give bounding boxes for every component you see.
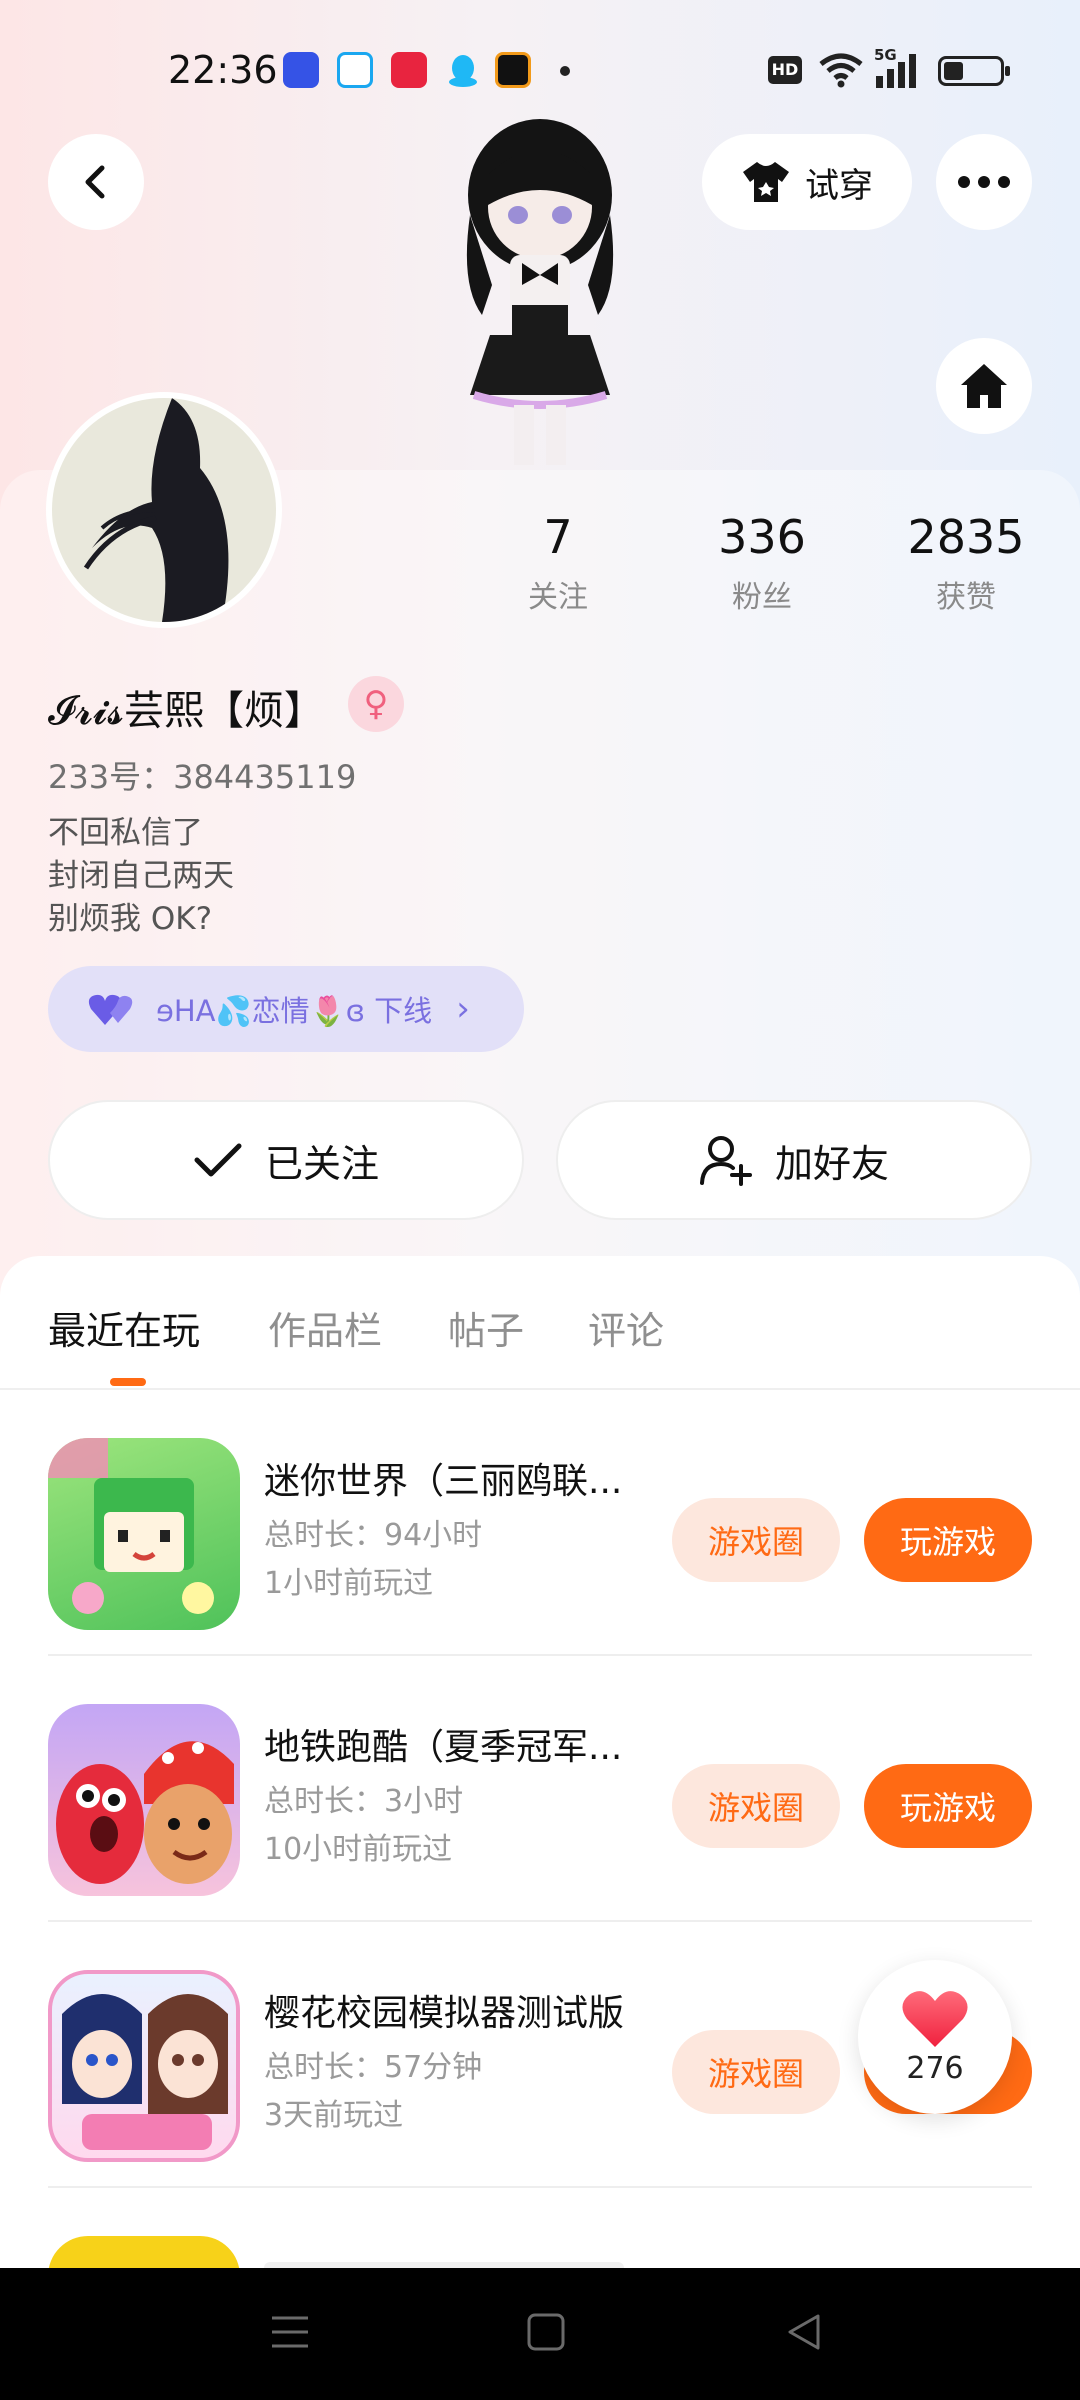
bio-line: 别烦我 OK? [48,901,213,937]
username: 𝓘𝓻𝓲𝓼芸熙【烦】 [48,688,324,734]
game-circle-button[interactable]: 游戏圈 [672,1498,840,1582]
avatar[interactable] [46,392,282,628]
battery-level [944,62,963,80]
checkmark-icon [194,1143,242,1177]
qq-icon [445,52,481,88]
more-dots-icon [958,176,1010,188]
status-time: 22:36 [168,48,278,92]
following-count: 7 [543,510,573,564]
tab-works[interactable]: 作品栏 [268,1300,382,1355]
back-nav-icon[interactable] [784,2312,824,2352]
stat-fans[interactable]: 336 粉丝 [672,510,852,616]
game-last-played: 3天前玩过 [264,2098,404,2133]
profile-tabs: 最近在玩 作品栏 帖子 评论 [0,1290,1080,1390]
stat-likes[interactable]: 2835 获赞 [876,510,1056,616]
list-item[interactable]: 地铁跑酷（夏季冠军... 总时长：3小时 10小时前玩过 游戏圈 玩游戏 [0,1656,1080,1922]
more-button[interactable] [936,134,1032,230]
like-button[interactable]: 276 [858,1960,1012,2114]
bio: 不回私信了 封闭自己两天 别烦我 OK? [48,812,234,941]
account-id: 233号：384435119 [48,758,357,796]
tshirt-icon [743,162,789,202]
status-bar: 22:36 HD 5G [0,40,1080,100]
add-friend-button[interactable]: 加好友 [556,1100,1032,1220]
hd-badge: HD [768,56,802,84]
game-icon [48,1704,240,1896]
game-last-played: 1小时前玩过 [264,1566,434,1601]
chevron-left-icon [85,165,105,199]
add-friend-label: 加好友 [774,1141,889,1186]
game-circle-button[interactable]: 游戏圈 [672,1764,840,1848]
try-on-label: 试穿 [805,165,873,206]
qq-browser-icon [337,52,373,88]
home-nav-icon[interactable] [526,2312,566,2352]
game-duration: 总时长：57分钟 [264,2050,483,2085]
divider [48,2186,1032,2188]
try-on-button[interactable]: 试穿 [702,134,912,230]
game-name: 迷你世界（三丽鸥联... [264,1461,623,1502]
game-name: 地铁跑酷（夏季冠军... [264,1727,623,1768]
zero-app-icon [495,52,531,88]
double-heart-icon [88,994,133,1025]
game-icon [48,1970,240,2162]
system-nav-bar [0,2268,1080,2400]
xiaohongshu-icon [391,52,427,88]
home-icon [961,364,1007,408]
home-button[interactable] [936,338,1032,434]
list-item[interactable]: 迷你世界（三丽鸥联... 总时长：94小时 1小时前玩过 游戏圈 玩游戏 [0,1390,1080,1656]
tab-comments[interactable]: 评论 [588,1300,664,1355]
stat-following[interactable]: 7 关注 [468,510,648,616]
back-button[interactable] [48,134,144,230]
following-label: 关注 [528,580,588,615]
add-user-icon [699,1136,752,1186]
followed-label: 已关注 [264,1141,379,1186]
bio-line: 不回私信了 [48,815,203,851]
avatar-3d-character [466,119,614,465]
relationship-pill[interactable]: ɘHA💦恋情🌷ɞ 下线 › [48,966,524,1052]
play-game-button[interactable]: 玩游戏 [864,1764,1032,1848]
like-count: 276 [906,2050,964,2086]
tab-posts[interactable]: 帖子 [448,1300,524,1355]
game-last-played: 10小时前玩过 [264,1832,453,1867]
avatar-image [52,398,276,622]
bio-line: 封闭自己两天 [48,858,234,894]
relationship-text: ɘHA💦恋情🌷ɞ 下线 [156,994,433,1028]
game-icon [48,1438,240,1630]
chevron-right-icon: › [456,989,470,1029]
play-game-button[interactable]: 玩游戏 [864,1498,1032,1582]
game-name: 樱花校园模拟器测试版 [264,1993,625,2034]
battery-icon [938,56,1010,86]
followed-button[interactable]: 已关注 [48,1100,524,1220]
wifi-icon [819,53,863,88]
likes-label: 获赞 [936,580,996,615]
profile-screen: 22:36 HD 5G 试穿 7 关注 336 粉丝 2835 获赞 𝓘𝓻𝓲𝓼芸… [0,0,1080,2400]
game-duration: 总时长：94小时 [264,1518,483,1553]
menu-icon[interactable] [270,2312,310,2352]
tab-recently-played[interactable]: 最近在玩 [48,1300,200,1355]
flashlight-app-icon [283,52,319,88]
likes-count: 2835 [907,510,1025,564]
active-tab-indicator [110,1378,146,1386]
fans-label: 粉丝 [732,580,792,615]
game-circle-button[interactable]: 游戏圈 [672,2030,840,2114]
female-gender-icon: ♀ [348,676,404,732]
heart-icon [902,1990,968,2047]
signal-icon: 5G [874,46,924,94]
game-duration: 总时长：3小时 [264,1784,464,1819]
fans-count: 336 [718,510,806,564]
network-type: 5G [874,46,897,64]
more-notifications-dot [560,66,570,76]
